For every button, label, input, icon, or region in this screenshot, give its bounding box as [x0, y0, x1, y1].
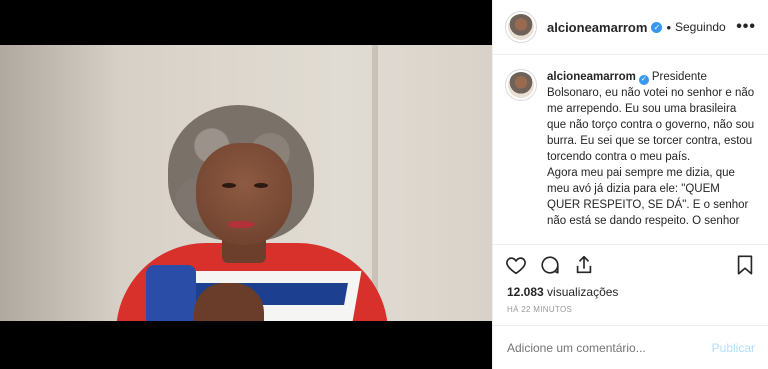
shirt-stripe-blue-left	[146, 265, 196, 321]
publish-button[interactable]: Publicar	[712, 341, 755, 355]
comment-button[interactable]	[537, 252, 563, 278]
caption-avatar[interactable]	[505, 69, 537, 101]
person-eye-left	[222, 183, 236, 188]
follow-status[interactable]: Seguindo	[675, 20, 726, 34]
views-count[interactable]: 12.083 visualizações	[493, 285, 768, 299]
header-username[interactable]: alcioneamarrom	[547, 20, 647, 35]
post-timestamp[interactable]: HÁ 22 MINUTOS	[493, 299, 768, 314]
caption-section: alcioneamarrom ✓ Presidente Bolsonaro, eu …	[493, 55, 768, 245]
person-face	[196, 143, 292, 245]
avatar-image	[508, 14, 534, 40]
avatar[interactable]	[505, 11, 537, 43]
comment-input[interactable]	[507, 340, 712, 355]
instagram-post-modal: alcioneamarrom ✓ • Seguindo ••• alcionea…	[0, 0, 768, 369]
views-label: visualizações	[547, 285, 619, 299]
verified-icon: ✓	[651, 21, 663, 33]
caption-username[interactable]: alcioneamarrom	[547, 71, 636, 83]
caption-body: Presidente Bolsonaro, eu não votei no se…	[547, 71, 755, 163]
header-separator: •	[666, 19, 671, 35]
video-background	[0, 45, 120, 321]
more-icon[interactable]: •••	[736, 18, 756, 36]
avatar-image	[508, 72, 534, 98]
verified-icon: ✓	[638, 75, 649, 85]
person-eye-right	[254, 183, 268, 188]
post-side-panel: alcioneamarrom ✓ • Seguindo ••• alcionea…	[492, 0, 768, 369]
save-button[interactable]	[732, 252, 758, 278]
video-player[interactable]	[0, 45, 492, 321]
post-header: alcioneamarrom ✓ • Seguindo •••	[493, 0, 768, 55]
bookmark-icon	[737, 255, 753, 275]
comment-icon	[541, 256, 559, 274]
share-icon	[576, 255, 592, 274]
caption-text: alcioneamarrom ✓ Presidente Bolsonaro, eu …	[547, 69, 756, 244]
like-button[interactable]	[503, 252, 529, 278]
views-number: 12.083	[507, 285, 544, 299]
comment-form: Publicar	[493, 325, 768, 369]
action-bar	[493, 245, 768, 285]
person-mouth	[228, 221, 254, 228]
heart-icon	[506, 257, 526, 275]
share-button[interactable]	[571, 252, 597, 278]
caption-body-2: Agora meu pai sempre me dizia, que meu a…	[547, 167, 749, 227]
video-background-door	[372, 45, 378, 321]
media-pane	[0, 0, 492, 369]
